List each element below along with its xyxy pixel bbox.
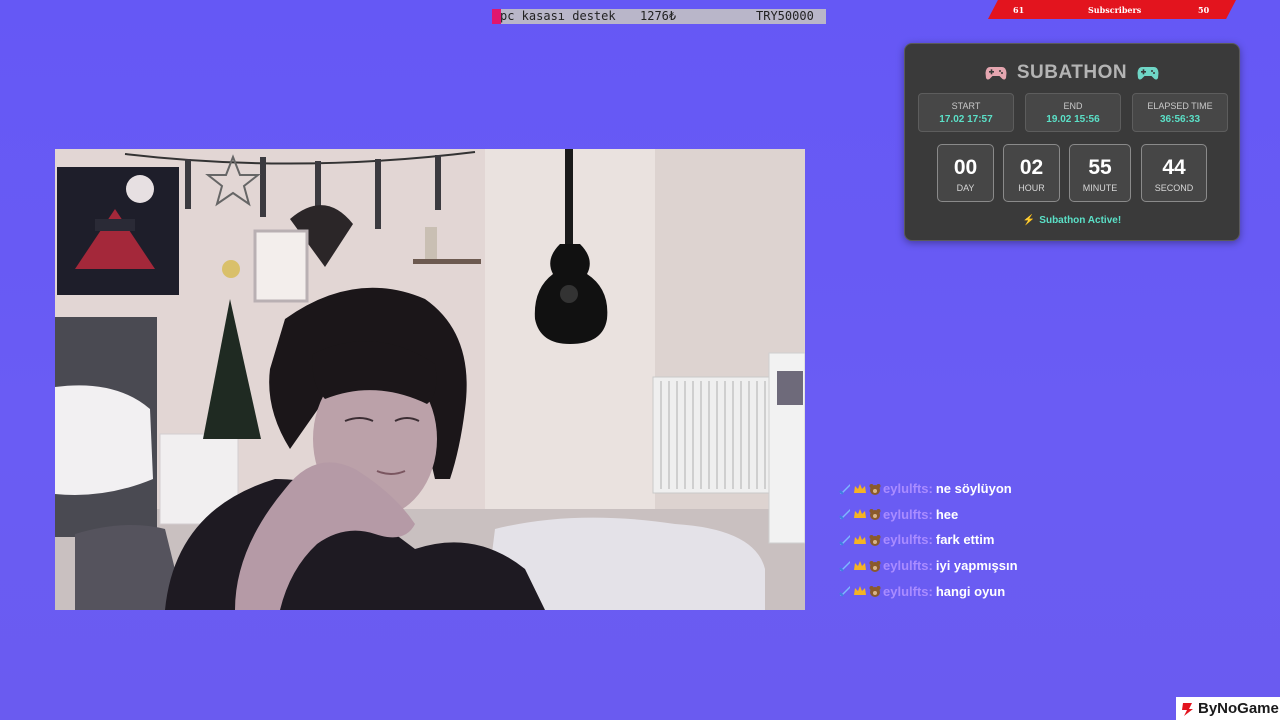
chat-message: eylulfts: hangi oyun — [838, 578, 1138, 604]
chat-text: ne söylüyon — [935, 481, 1012, 497]
donation-goal-bar: pc kasası destek 1276₺ TRY50000 — [492, 9, 826, 24]
crown-badge-icon — [854, 534, 866, 544]
end-label: END — [1063, 101, 1083, 111]
subathon-start-box: START 17.02 17:57 — [918, 93, 1014, 132]
bear-badge-icon — [869, 586, 881, 598]
chat-message: eylulfts: fark ettim — [838, 527, 1138, 553]
subathon-status-text: Subathon Active! — [1039, 215, 1122, 226]
crown-badge-icon — [854, 586, 866, 596]
subathon-header: SUBATHON — [905, 62, 1239, 84]
elapsed-label: ELAPSED TIME — [1147, 101, 1213, 111]
chat-username: eylulfts — [883, 532, 929, 548]
countdown-minutes-label: MINUTE — [1082, 183, 1118, 193]
countdown-days-label: DAY — [956, 183, 975, 193]
sword-badge-icon — [839, 534, 850, 546]
start-label: START — [951, 101, 981, 111]
donation-goal-title: pc kasası destek — [500, 9, 616, 23]
chat-overlay: eylulfts: ne söylüyon eylulfts: hee eylulfts… — [838, 476, 1138, 604]
bynogame-logo-text: ByNoGame — [1198, 700, 1279, 717]
countdown-minutes-value: 55 — [1088, 156, 1112, 179]
countdown-hours-label: HOUR — [1018, 183, 1045, 193]
subathon-elapsed-box: ELAPSED TIME 36:56:33 — [1132, 93, 1228, 132]
end-value: 19.02 15:56 — [1046, 114, 1100, 125]
crown-badge-icon — [854, 483, 866, 493]
countdown-hours-value: 02 — [1019, 156, 1044, 179]
donation-goal-current: 1276₺ — [640, 9, 677, 23]
chat-text: iyi yapmışsın — [935, 558, 1018, 574]
chat-separator: : — [928, 532, 933, 548]
bolt-icon: ⚡ — [1022, 215, 1036, 226]
crown-badge-icon — [854, 560, 866, 570]
chat-username: eylulfts — [883, 506, 929, 522]
webcam-feed — [55, 149, 805, 610]
chat-separator: : — [928, 558, 933, 574]
subscribers-label: Subscribers — [1088, 5, 1142, 15]
bear-badge-icon — [869, 560, 881, 572]
countdown-seconds-value: 44 — [1162, 156, 1186, 179]
chat-username: eylulfts — [883, 583, 929, 599]
sword-badge-icon — [839, 560, 850, 572]
start-value: 17.02 17:57 — [939, 114, 993, 125]
bear-badge-icon — [869, 509, 881, 521]
chat-message: eylulfts: iyi yapmışsın — [838, 553, 1138, 579]
bear-badge-icon — [869, 534, 881, 546]
chat-message: eylulfts: ne söylüyon — [838, 476, 1138, 502]
countdown-days-value: 00 — [953, 156, 978, 179]
countdown-seconds-label: SECOND — [1154, 183, 1194, 193]
bear-badge-icon — [869, 483, 881, 495]
chat-separator: : — [928, 481, 933, 497]
countdown-seconds: 44 SECOND — [1141, 144, 1207, 202]
countdown-days: 00 DAY — [937, 144, 994, 202]
countdown-hours: 02 HOUR — [1003, 144, 1060, 202]
chat-separator: : — [928, 506, 933, 522]
crown-badge-icon — [854, 509, 866, 519]
chat-text: fark ettim — [935, 532, 995, 548]
chat-username: eylulfts — [883, 558, 929, 574]
chat-separator: : — [928, 583, 933, 599]
chat-text: hee — [935, 506, 959, 522]
chat-username: eylulfts — [883, 481, 929, 497]
gamepad-icon — [1137, 67, 1159, 80]
subathon-status: ⚡ Subathon Active! — [905, 215, 1239, 226]
countdown-minutes: 55 MINUTE — [1069, 144, 1131, 202]
sword-badge-icon — [839, 509, 850, 521]
subathon-end-box: END 19.02 15:56 — [1025, 93, 1121, 132]
sword-badge-icon — [839, 586, 850, 597]
subscribers-bar: 61 Subscribers 50 — [988, 0, 1236, 19]
subscribers-right-count: 50 — [1198, 5, 1210, 15]
gamepad-icon — [985, 67, 1007, 80]
chat-message: eylulfts: hee — [838, 502, 1138, 528]
bynogame-logo-icon — [1182, 702, 1193, 716]
donation-goal-target: TRY50000 — [756, 9, 814, 23]
chat-text: hangi oyun — [935, 583, 1006, 599]
subathon-title: SUBATHON — [1016, 62, 1128, 83]
subathon-widget: SUBATHON START 17.02 17:57 END 19.02 15:… — [904, 43, 1240, 241]
sword-badge-icon — [839, 483, 850, 495]
subscribers-left-count: 61 — [1013, 5, 1025, 15]
elapsed-value: 36:56:33 — [1159, 114, 1201, 125]
bynogame-logo: ByNoGame — [1176, 697, 1280, 720]
webcam-scene — [55, 149, 805, 610]
